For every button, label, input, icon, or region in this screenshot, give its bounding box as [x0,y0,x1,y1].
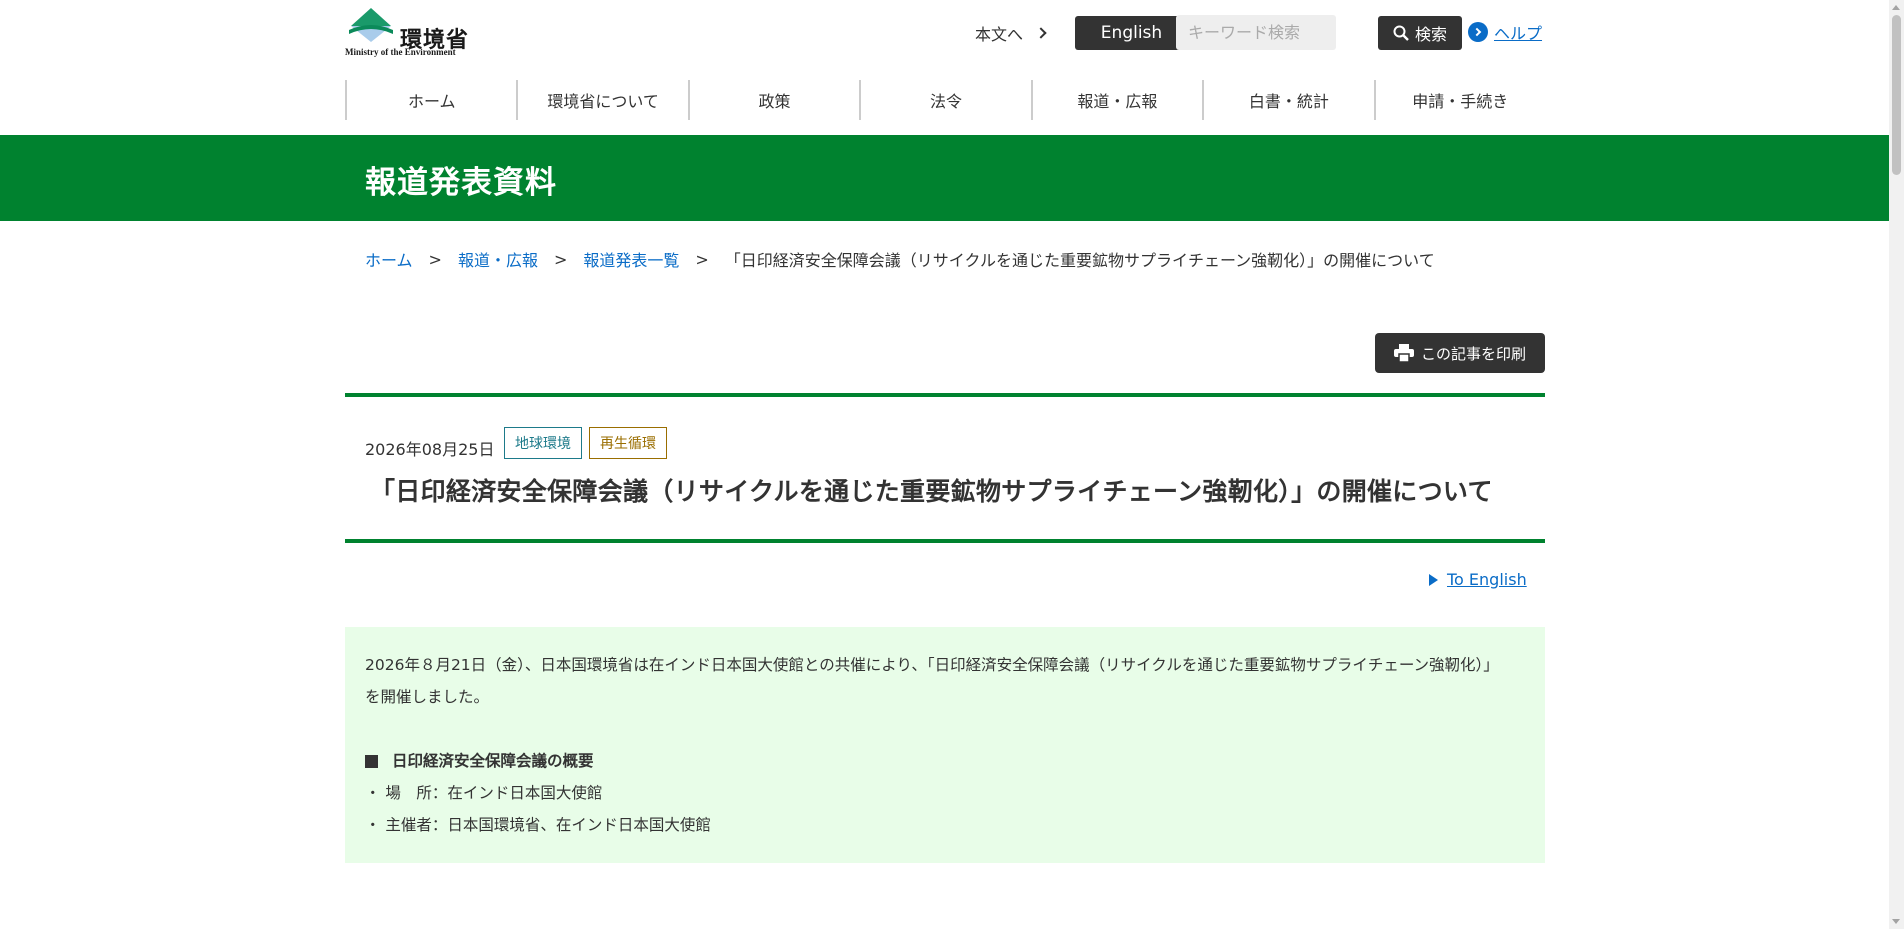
search-button-label: 検索 [1414,25,1447,44]
scrollbar-thumb[interactable] [1892,15,1901,175]
search-input[interactable] [1176,15,1336,50]
nav-item-policy[interactable]: 政策 [687,80,859,120]
search-button[interactable]: 検索 [1378,16,1462,50]
site-logo[interactable]: 環境省 Ministry of the Environment [345,8,475,57]
skip-link-label: 本文へ [975,25,1024,44]
chevron-right-icon [1035,27,1047,39]
nav-item-law[interactable]: 法令 [859,80,1030,120]
summary-lead-line1: 2026年８月21日（金）、日本国環境省は在インド日本国大使館との共催により、「… [365,656,1499,674]
breadcrumb-home[interactable]: ホーム [365,247,413,271]
printer-icon [1393,344,1414,362]
nav-item-home[interactable]: ホーム [345,80,516,120]
breadcrumb-current: 「日印経済安全保障会議（リサイクルを通じた重要鉱物サプライチェーン強靭化）」の開… [724,251,1435,270]
play-triangle-icon [1429,573,1438,586]
breadcrumb-press[interactable]: 報道・広報 [458,247,538,271]
nav-item-whitepaper[interactable]: 白書・統計 [1202,80,1373,120]
article-top-rule [345,393,1545,397]
breadcrumb-separator: > [428,249,442,269]
nav-item-press[interactable]: 報道・広報 [1030,80,1202,120]
help-link-label: ヘルプ [1494,24,1543,43]
square-bullet-icon [365,754,378,768]
logo-icon [349,8,393,42]
summary-heading: 日印経済安全保障会議の概要 [365,745,1525,777]
to-english-label: To English [1447,570,1527,589]
skip-to-content-link[interactable]: 本文へ [975,21,1047,45]
english-button[interactable]: English [1075,16,1188,50]
help-link[interactable]: ヘルプ [1468,20,1542,44]
scroll-up-arrow-icon[interactable] [1892,5,1900,10]
summary-bullet-organizer: ・ 主催者：日本国環境省、在インド日本国大使館 [365,816,711,834]
page-title: 報道発表資料 [365,165,557,201]
breadcrumb: ホーム > 報道・広報 > 報道発表一覧 > 「日印経済安全保障会議（リサイクル… [365,247,1435,271]
article-date: 2026年08月25日 [365,440,495,459]
nav-item-about[interactable]: 環境省について [516,80,687,120]
search-icon [1393,25,1409,41]
to-english-link[interactable]: To English [1429,570,1527,589]
tag-recycling[interactable]: 再生循環 [589,427,667,459]
global-nav: ホーム 環境省について 政策 法令 報道・広報 白書・統計 申請・手続き [345,80,1545,120]
help-chevron-icon [1468,22,1488,42]
page-banner: 報道発表資料 [0,135,1889,221]
article-title: 「日印経済安全保障会議（リサイクルを通じた重要鉱物サプライチェーン強靭化）」の開… [370,477,1493,506]
tag-global-environment[interactable]: 地球環境 [504,427,582,459]
nav-item-application[interactable]: 申請・手続き [1373,80,1545,120]
summary-lead-line2: を開催しました。 [365,688,490,706]
summary-box: 2026年８月21日（金）、日本国環境省は在インド日本国大使館との共催により、「… [345,627,1545,863]
breadcrumb-separator: > [695,249,709,269]
summary-heading-text: 日印経済安全保障会議の概要 [392,752,594,770]
breadcrumb-press-list[interactable]: 報道発表一覧 [583,247,679,271]
print-button-label: この記事を印刷 [1420,344,1526,363]
scroll-down-arrow-icon[interactable] [1892,919,1900,924]
article-bottom-rule [345,539,1545,543]
site-header: 環境省 Ministry of the Environment 本文へ Engl… [345,0,1545,70]
print-button[interactable]: この記事を印刷 [1375,333,1545,373]
breadcrumb-separator: > [553,249,568,269]
summary-bullet-venue: ・ 場 所：在インド日本国大使館 [365,784,603,802]
logo-subtext: Ministry of the Environment [345,47,456,57]
page-scrollbar[interactable] [1889,0,1904,929]
